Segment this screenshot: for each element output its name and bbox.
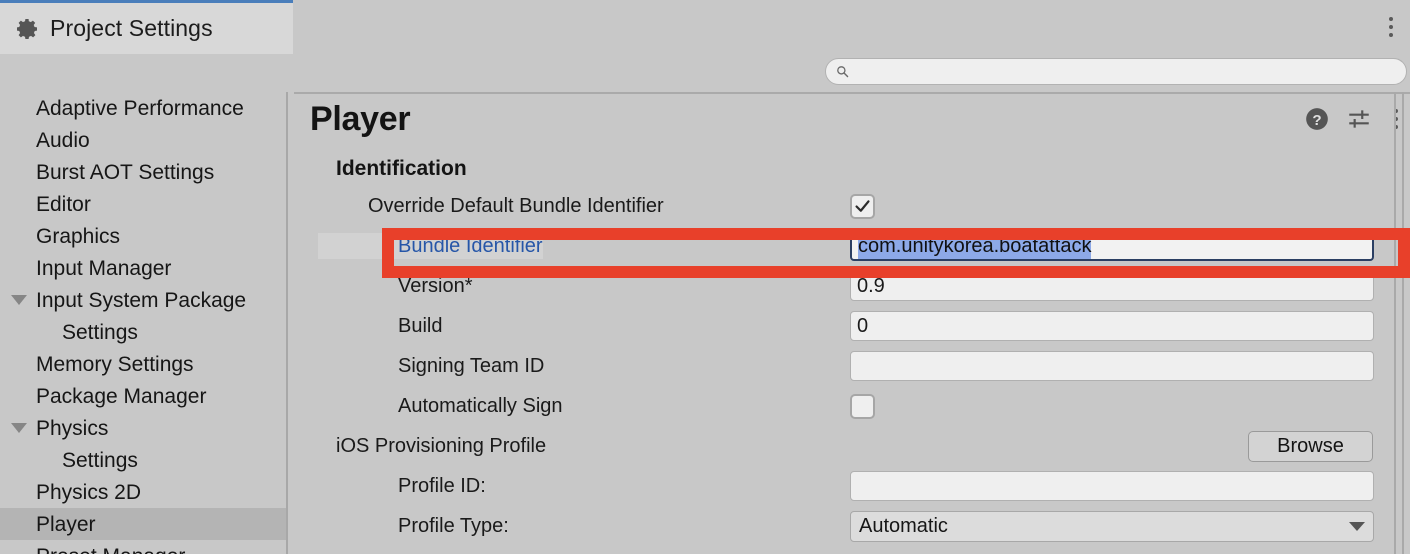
input-version[interactable]: 0.9: [850, 271, 1374, 301]
sidebar-item-settings[interactable]: Settings: [0, 444, 288, 476]
row-signing-team-id: Signing Team ID: [318, 346, 1382, 386]
sidebar-item-settings[interactable]: Settings: [0, 316, 288, 348]
label-signing-team-id: Signing Team ID: [398, 355, 545, 377]
sidebar-item-player[interactable]: Player: [0, 508, 288, 540]
input-signing-team-id[interactable]: [850, 351, 1374, 381]
sidebar-item-label: Package Manager: [36, 384, 207, 408]
sidebar-item-graphics[interactable]: Graphics: [0, 220, 288, 252]
sidebar-item-preset-manager[interactable]: Preset Manager: [0, 540, 288, 554]
search-field[interactable]: [825, 58, 1407, 85]
checkbox-automatically-sign[interactable]: [850, 393, 875, 419]
input-bundle-identifier[interactable]: com.unitykorea.boatattack: [850, 231, 1374, 261]
help-circle-icon[interactable]: ?: [1304, 106, 1330, 132]
row-bundle-identifier: Bundle Identifier com.unitykorea.boatatta…: [318, 226, 1382, 266]
sidebar-item-label: Memory Settings: [36, 352, 194, 376]
player-settings-panel: Player ? Identification Override Default…: [294, 92, 1410, 554]
sidebar-item-package-manager[interactable]: Package Manager: [0, 380, 288, 412]
label-version: Version*: [398, 275, 473, 297]
sidebar-item-label: Preset Manager: [0, 546, 185, 554]
sidebar-item-label: Editor: [36, 192, 91, 216]
dropdown-value-profile-type: Automatic: [859, 515, 948, 537]
row-automatically-sign: Automatically Sign: [318, 386, 1382, 426]
settings-category-sidebar[interactable]: Adaptive Performance Audio Burst AOT Setti…: [0, 92, 288, 554]
property-rows: Override Default Bundle Identifier Bundle…: [318, 186, 1382, 546]
window-tab-strip: Project Settings: [0, 0, 1410, 54]
settings-sliders-icon[interactable]: [1346, 106, 1372, 132]
identification-section: Identification Override Default Bundle I…: [318, 152, 1382, 554]
sidebar-item-label: Settings: [62, 448, 138, 472]
panel-right-divider: [1394, 92, 1396, 554]
row-override-default-bundle-identifier: Override Default Bundle Identifier: [318, 186, 1382, 226]
sidebar-item-label: Input System Package: [36, 288, 247, 312]
sidebar-item-memory-settings[interactable]: Memory Settings: [0, 348, 288, 380]
gear-icon: [16, 17, 40, 41]
label-profile-type: Profile Type:: [398, 515, 509, 537]
sidebar-item-label: Graphics: [36, 224, 121, 248]
search-input[interactable]: [855, 64, 1375, 79]
sidebar-item-input-manager[interactable]: Input Manager: [0, 252, 288, 284]
project-settings-window: Project Settings Adaptive Performance Aud…: [0, 0, 1410, 554]
checkbox-override-default-bundle-identifier[interactable]: [850, 193, 875, 219]
input-value-bundle-identifier: com.unitykorea.boatattack: [858, 233, 1092, 259]
sidebar-item-input-system-package[interactable]: Input System Package: [0, 284, 288, 316]
tab-label: Project Settings: [50, 15, 213, 41]
section-title: Identification: [336, 157, 467, 180]
sidebar-item-audio[interactable]: Audio: [0, 124, 288, 156]
sidebar-item-label: Audio: [36, 128, 90, 152]
sidebar-item-burst-aot-settings[interactable]: Burst AOT Settings: [0, 156, 288, 188]
dropdown-profile-type[interactable]: Automatic: [850, 510, 1374, 542]
search-row: [0, 54, 1410, 92]
row-version: Version* 0.9: [318, 266, 1382, 306]
label-profile-id: Profile ID:: [398, 475, 486, 497]
row-profile-type: Profile Type: Automatic: [318, 506, 1382, 546]
sidebar-item-physics[interactable]: Physics: [0, 412, 288, 444]
row-profile-id: Profile ID:: [318, 466, 1382, 506]
chevron-down-icon: [1349, 521, 1365, 531]
foldout-expanded-icon[interactable]: [11, 423, 27, 433]
window-overflow-menu-icon[interactable]: [1378, 8, 1404, 46]
scrollbar-track-edge[interactable]: [1402, 92, 1404, 554]
browse-button[interactable]: Browse: [1248, 430, 1373, 462]
settings-category-list: Adaptive Performance Audio Burst AOT Setti…: [0, 92, 288, 554]
sidebar-item-label: Adaptive Performance: [36, 96, 244, 120]
label-ios-provisioning-profile: iOS Provisioning Profile: [336, 435, 547, 457]
kebab-dot: [1389, 33, 1393, 37]
input-value-version: 0.9: [857, 275, 885, 297]
sidebar-item-label: Burst AOT Settings: [36, 160, 215, 184]
row-ios-provisioning-profile: iOS Provisioning Profile Browse: [318, 426, 1382, 466]
search-icon: [836, 65, 849, 78]
row-build: Build 0: [318, 306, 1382, 346]
input-profile-id[interactable]: [850, 471, 1374, 501]
sidebar-item-label: Input Manager: [36, 256, 172, 280]
input-build[interactable]: 0: [850, 311, 1374, 341]
kebab-dot: [1389, 17, 1393, 21]
panel-header-icons: ?: [1304, 106, 1404, 132]
sidebar-item-physics-2d[interactable]: Physics 2D: [0, 476, 288, 508]
label-automatically-sign: Automatically Sign: [398, 395, 563, 417]
label-bundle-identifier[interactable]: Bundle Identifier: [318, 233, 543, 259]
page-title: Player: [310, 100, 411, 138]
input-value-build: 0: [857, 315, 869, 337]
sidebar-item-label: Settings: [62, 320, 138, 344]
foldout-expanded-icon[interactable]: [11, 295, 27, 305]
sidebar-item-label: Player: [36, 512, 96, 536]
label-override-default-bundle-identifier: Override Default Bundle Identifier: [368, 195, 664, 217]
sidebar-divider: [286, 92, 288, 554]
sidebar-item-adaptive-performance[interactable]: Adaptive Performance: [0, 92, 288, 124]
sidebar-item-editor[interactable]: Editor: [0, 188, 288, 220]
sidebar-item-label: Physics 2D: [36, 480, 142, 504]
kebab-dot: [1389, 25, 1393, 29]
svg-text:?: ?: [1312, 112, 1321, 129]
label-build: Build: [398, 315, 443, 337]
tab-project-settings[interactable]: Project Settings: [0, 0, 293, 54]
checkmark-icon: [855, 199, 870, 212]
panel-top-divider: [294, 92, 1410, 94]
